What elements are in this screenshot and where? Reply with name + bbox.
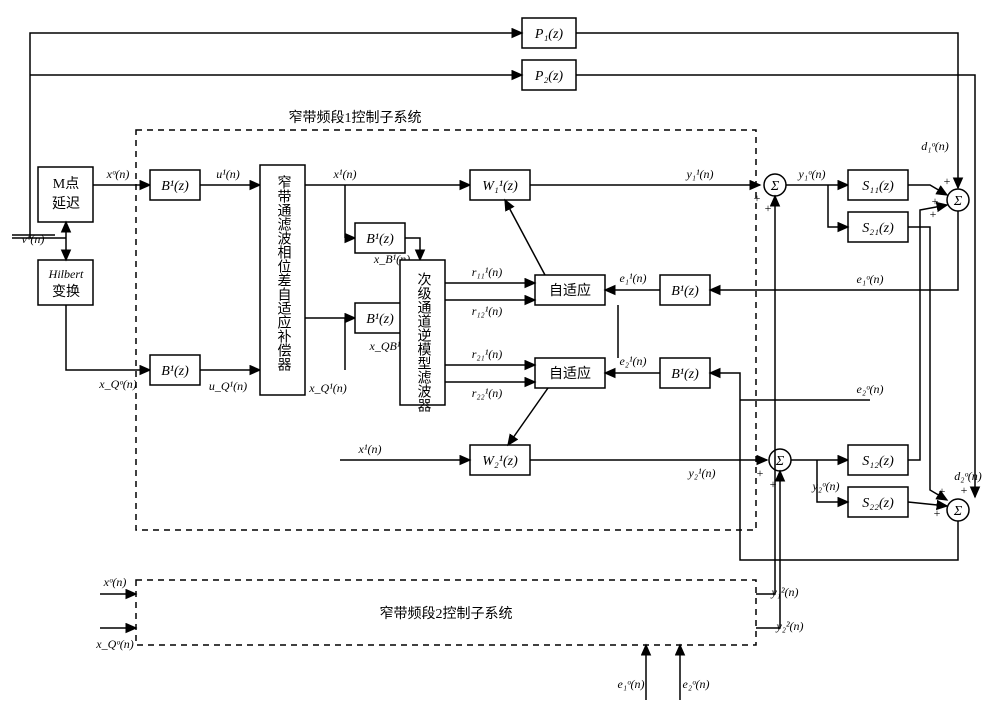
wire-e1o bbox=[710, 211, 958, 290]
svg-text:B¹(z): B¹(z) bbox=[161, 364, 189, 379]
svg-text:M点: M点 bbox=[53, 176, 79, 192]
svg-text:B¹(z): B¹(z) bbox=[671, 284, 699, 299]
svg-text:+: + bbox=[930, 207, 937, 221]
wire-P1-sum1 bbox=[576, 33, 958, 188]
label-y2o: y₂ᵒ(n) bbox=[812, 479, 840, 493]
label-P1: P₁(z) bbox=[534, 27, 564, 42]
svg-text:延迟: 延迟 bbox=[52, 196, 80, 212]
label-r111: r₁₁¹(n) bbox=[472, 265, 503, 279]
block-diagram: P₁(z) P₂(z) + + d₁ᵒ(n) d₂ᵒ(n) 窄带频段1控制子系统… bbox=[0, 0, 1000, 718]
svg-text:+: + bbox=[765, 201, 772, 215]
subsystem1-box bbox=[136, 130, 756, 530]
svg-text:Σ: Σ bbox=[775, 454, 785, 469]
svg-text:Σ: Σ bbox=[770, 179, 780, 194]
title-sub2: 窄带频段2控制子系统 bbox=[380, 605, 513, 622]
svg-text:Σ: Σ bbox=[953, 504, 963, 519]
label-e2o-b: e₂ᵒ(n) bbox=[683, 677, 710, 691]
wire-xQo bbox=[66, 305, 150, 370]
wire-e2o-inner bbox=[710, 373, 958, 560]
svg-text:+: + bbox=[939, 484, 946, 498]
label-e1o: e₁ᵒ(n) bbox=[857, 272, 884, 286]
label-y11: y₁¹(n) bbox=[685, 167, 713, 181]
label-r211: r₂₁¹(n) bbox=[472, 347, 503, 361]
svg-text:S₂₂(z): S₂₂(z) bbox=[862, 496, 894, 511]
svg-text:B¹(z): B¹(z) bbox=[161, 179, 189, 194]
label-e11: e₁¹(n) bbox=[619, 271, 646, 285]
svg-text:+: + bbox=[961, 483, 968, 497]
svg-text:+: + bbox=[932, 194, 939, 208]
block-mdelay bbox=[38, 167, 93, 222]
label-x1: x¹(n) bbox=[333, 167, 357, 181]
label-u1: u¹(n) bbox=[216, 167, 240, 181]
label-r221: r₂₂¹(n) bbox=[472, 386, 503, 400]
label-d2o: d₂ᵒ(n) bbox=[954, 469, 982, 483]
label-xQ1: x_Q¹(n) bbox=[308, 381, 347, 395]
label-xo: xᵒ(n) bbox=[106, 167, 130, 181]
label-P2: P₂(z) bbox=[534, 69, 564, 84]
svg-text:S₂₁(z): S₂₁(z) bbox=[862, 221, 894, 236]
label-r121: r₁₂¹(n) bbox=[472, 304, 503, 318]
label-y12: y₁²(n) bbox=[770, 585, 798, 599]
svg-text:自适应: 自适应 bbox=[549, 282, 591, 299]
svg-text:B¹(z): B¹(z) bbox=[671, 367, 699, 382]
label-invfilter: 次级通道逆模型滤波器 bbox=[416, 272, 432, 412]
svg-text:B¹(z): B¹(z) bbox=[366, 312, 394, 327]
svg-text:+: + bbox=[934, 506, 941, 520]
label-e2o: e₂ᵒ(n) bbox=[857, 382, 884, 396]
label-xQo2: x_Qᵒ(n) bbox=[95, 637, 133, 651]
label-vo: vᵒ(n) bbox=[22, 232, 45, 246]
label-xQo: x_Qᵒ(n) bbox=[98, 377, 136, 391]
label-x1-lower: x¹(n) bbox=[358, 442, 382, 456]
label-e1o-b: e₁ᵒ(n) bbox=[618, 677, 645, 691]
label-y22: y₂²(n) bbox=[775, 619, 803, 633]
svg-text:变换: 变换 bbox=[52, 283, 80, 300]
svg-text:Hilbert: Hilbert bbox=[48, 267, 84, 281]
svg-text:W₁¹(z): W₁¹(z) bbox=[482, 179, 518, 194]
svg-text:S₁₂(z): S₁₂(z) bbox=[862, 454, 894, 469]
label-y1o: y₁ᵒ(n) bbox=[798, 167, 826, 181]
label-xo2: xᵒ(n) bbox=[103, 575, 127, 589]
label-uQ1: u_Q¹(n) bbox=[209, 379, 247, 393]
label-e21: e₂¹(n) bbox=[619, 354, 646, 368]
svg-text:+: + bbox=[944, 174, 951, 188]
svg-text:S₁₁(z): S₁₁(z) bbox=[862, 179, 894, 194]
label-y21: y₂¹(n) bbox=[687, 466, 715, 480]
svg-text:B¹(z): B¹(z) bbox=[366, 232, 394, 247]
svg-text:自适应: 自适应 bbox=[549, 365, 591, 382]
svg-text:+: + bbox=[757, 466, 764, 480]
label-d1o: d₁ᵒ(n) bbox=[921, 139, 949, 153]
svg-text:W₂¹(z): W₂¹(z) bbox=[482, 454, 518, 469]
title-sub1: 窄带频段1控制子系统 bbox=[289, 109, 422, 126]
label-phasecomp: 窄带通滤波相位差自适应补偿器 bbox=[276, 174, 292, 371]
svg-text:+: + bbox=[754, 191, 761, 205]
svg-text:Σ: Σ bbox=[953, 194, 963, 209]
